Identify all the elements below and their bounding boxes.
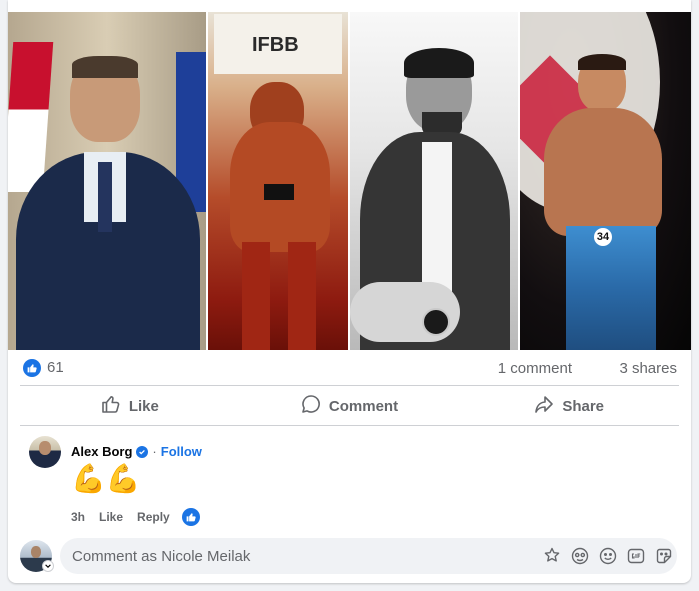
post-card: IFBB 34 61 1 comment 3 shares Like Comme… bbox=[8, 0, 691, 583]
ifbb-banner-text: IFBB bbox=[252, 34, 299, 56]
share-count[interactable]: 3 shares bbox=[619, 360, 677, 377]
comment-meta: 3h Like Reply bbox=[71, 508, 200, 526]
comment-header: Alex Borg · Follow bbox=[71, 444, 202, 459]
reactions-bar: 61 1 comment 3 shares bbox=[20, 356, 679, 382]
gif-icon[interactable] bbox=[627, 547, 645, 565]
verified-badge-icon bbox=[136, 445, 149, 458]
comment: Alex Borg · Follow 💪💪 3h Like Reply bbox=[20, 435, 679, 530]
comment-composer bbox=[20, 538, 679, 574]
speech-bubble-icon bbox=[301, 394, 321, 418]
share-label: Share bbox=[562, 397, 605, 415]
comment-timestamp[interactable]: 3h bbox=[71, 510, 85, 524]
share-button[interactable]: Share bbox=[459, 387, 679, 425]
emoji-icon[interactable] bbox=[599, 547, 617, 565]
photo-3[interactable] bbox=[348, 12, 518, 350]
chevron-down-icon[interactable] bbox=[42, 560, 54, 572]
comment-count[interactable]: 1 comment bbox=[498, 360, 572, 377]
sticker-icon[interactable] bbox=[543, 547, 561, 565]
follow-button[interactable]: Follow bbox=[161, 444, 202, 459]
thumbs-up-icon[interactable] bbox=[181, 508, 200, 526]
comment-button[interactable]: Comment bbox=[240, 387, 460, 425]
comment-like-button[interactable]: Like bbox=[99, 510, 123, 524]
share-arrow-icon bbox=[534, 394, 554, 418]
comment-reply-button[interactable]: Reply bbox=[137, 510, 170, 524]
comment-author[interactable]: Alex Borg bbox=[71, 444, 132, 459]
divider bbox=[20, 425, 679, 426]
photo-2[interactable]: IFBB bbox=[206, 12, 348, 350]
photo-1[interactable] bbox=[8, 12, 206, 350]
post-actions: Like Comment Share bbox=[20, 387, 679, 425]
thumbs-up-icon[interactable] bbox=[23, 359, 41, 377]
like-button[interactable]: Like bbox=[20, 387, 240, 425]
sticker-icon[interactable] bbox=[655, 547, 673, 565]
avatar-sticker-icon[interactable] bbox=[571, 547, 589, 565]
comment-body: 💪💪 bbox=[71, 463, 141, 494]
like-label: Like bbox=[128, 397, 159, 415]
composer-tools bbox=[543, 547, 673, 565]
separator: · bbox=[152, 444, 157, 459]
photo-grid: IFBB 34 bbox=[8, 12, 691, 350]
divider bbox=[20, 385, 679, 386]
bib-number: 34 bbox=[594, 228, 612, 246]
avatar[interactable] bbox=[29, 436, 61, 468]
photo-4[interactable]: 34 bbox=[518, 12, 691, 350]
comment-label: Comment bbox=[328, 397, 399, 415]
reaction-count[interactable]: 61 bbox=[47, 359, 64, 376]
thumbs-up-outline-icon bbox=[101, 394, 121, 418]
